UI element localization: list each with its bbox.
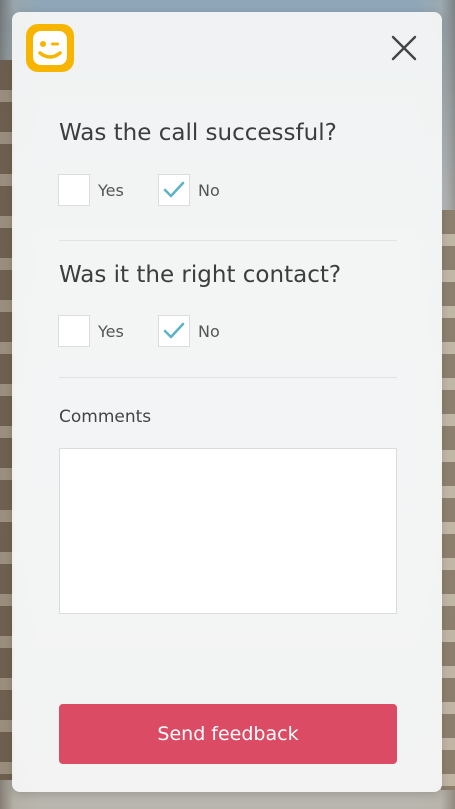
option-label: Yes	[98, 321, 124, 341]
checkbox-call-successful-no[interactable]	[158, 174, 190, 206]
close-button[interactable]	[388, 32, 420, 64]
option-call-successful-no[interactable]: No	[158, 174, 228, 206]
question-right-contact: Was it the right contact?	[59, 262, 342, 288]
options-right-contact: Yes No	[58, 314, 258, 348]
checkbox-call-successful-yes[interactable]	[58, 174, 90, 206]
options-call-successful: Yes No	[58, 173, 258, 207]
feedback-card: Was the call successful? Yes No Was it t…	[12, 12, 442, 792]
checkmark-icon	[163, 322, 185, 339]
checkmark-icon	[163, 181, 185, 198]
divider	[59, 377, 397, 378]
option-label: No	[198, 180, 220, 200]
question-call-successful: Was the call successful?	[59, 120, 337, 146]
option-label: Yes	[98, 180, 124, 200]
send-feedback-button[interactable]: Send feedback	[59, 704, 397, 764]
checkbox-right-contact-yes[interactable]	[58, 315, 90, 347]
option-label: No	[198, 321, 220, 341]
building-right	[441, 210, 455, 790]
divider	[59, 240, 397, 241]
smiley-wink-icon	[25, 23, 75, 73]
option-call-successful-yes[interactable]: Yes	[58, 174, 128, 206]
option-right-contact-no[interactable]: No	[158, 315, 228, 347]
comments-input[interactable]	[59, 448, 397, 614]
option-right-contact-yes[interactable]: Yes	[58, 315, 128, 347]
comments-label: Comments	[59, 407, 152, 427]
checkbox-right-contact-no[interactable]	[158, 315, 190, 347]
close-icon	[391, 35, 417, 61]
